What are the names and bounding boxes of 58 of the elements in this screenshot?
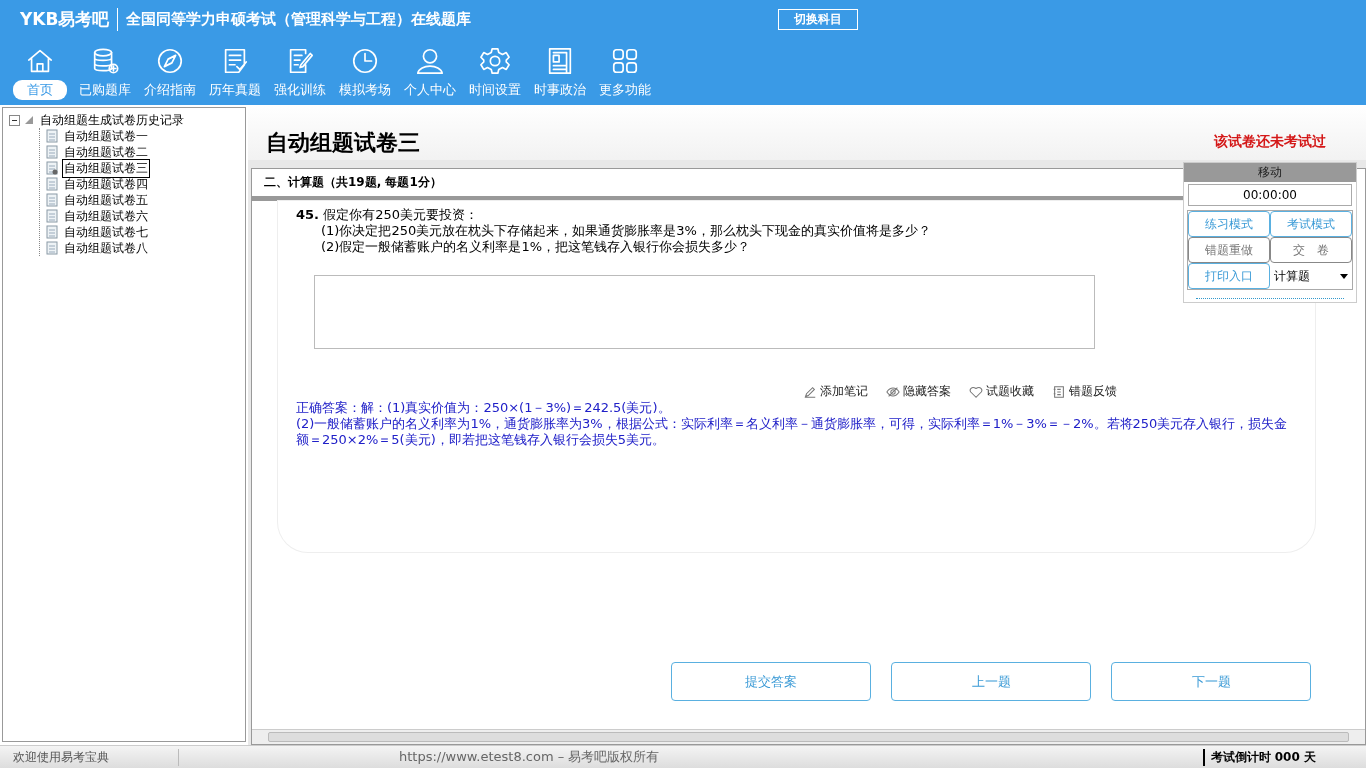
copyright-text: https://www.etest8.com – 易考吧版权所有: [399, 748, 661, 766]
timer-display: 00:00:00: [1188, 184, 1352, 206]
welcome-text: 欢迎使用易考宝典: [0, 748, 179, 766]
nav-button[interactable]: 上一题: [891, 662, 1091, 701]
nav-tab[interactable]: 已购题库: [75, 80, 135, 100]
tree-item[interactable]: 自动组题试卷三: [62, 158, 150, 178]
document-icon: [46, 129, 58, 143]
horizontal-scrollbar[interactable]: [252, 729, 1365, 744]
compass-icon[interactable]: [155, 46, 185, 76]
document-icon: [46, 145, 58, 159]
action-link[interactable]: 错题反馈: [1052, 383, 1117, 400]
nav-tab[interactable]: 更多功能: [595, 80, 655, 100]
nav-tab[interactable]: 强化训练: [270, 80, 330, 100]
nav-tab[interactable]: 首页: [13, 80, 67, 100]
document-icon: [46, 177, 58, 191]
nav-button[interactable]: 提交答案: [671, 662, 871, 701]
user-icon[interactable]: [415, 46, 445, 76]
question-stem: 45. 假定你有250美元要投资：: [296, 207, 479, 223]
eye-icon: [886, 384, 900, 399]
mode-button[interactable]: 练习模式: [1188, 211, 1270, 237]
pencil-icon: [803, 384, 817, 399]
document-icon: [46, 161, 58, 175]
question-part: (2)假定一般储蓄账户的名义利率是1%，把这笔钱存入银行你会损失多少？: [321, 239, 751, 255]
switch-subject-button[interactable]: 切换科目: [778, 8, 859, 30]
nav-tab[interactable]: 模拟考场: [335, 80, 395, 100]
app-logo: YKB易考吧: [20, 7, 119, 31]
action-link[interactable]: 隐藏答案: [886, 383, 951, 400]
nav-tab[interactable]: 时事政治: [530, 80, 590, 100]
nav-tab[interactable]: 个人中心: [400, 80, 460, 100]
nav-tab[interactable]: 时间设置: [465, 80, 525, 100]
document-icon: [46, 209, 58, 223]
document-icon: [46, 193, 58, 207]
paper-status: 该试卷还未考试过: [1214, 132, 1326, 151]
answer-text: 正确答案：解：(1)真实价值为：250×(1－3%)＝242.5(美元)。: [296, 400, 672, 416]
panel-header[interactable]: 移动: [1184, 163, 1356, 182]
answer-field[interactable]: [314, 275, 1095, 349]
heart-icon: [969, 384, 983, 399]
document-icon: [46, 241, 58, 255]
paper-title: 自动组题试卷三: [266, 129, 420, 157]
dropdown-caret-icon: [1340, 273, 1348, 279]
document-icon: [46, 225, 58, 239]
grid-icon[interactable]: [610, 46, 640, 76]
nav-button[interactable]: 下一题: [1111, 662, 1311, 701]
mode-button[interactable]: 打印入口: [1188, 263, 1270, 289]
question-part: (1)你决定把250美元放在枕头下存储起来，如果通货膨胀率是3%，那么枕头下现金的真实价值将是多少？: [321, 223, 931, 239]
type-dropdown[interactable]: 计算题: [1270, 263, 1352, 289]
settings-icon[interactable]: [480, 46, 510, 76]
clock-icon[interactable]: [350, 46, 380, 76]
action-link[interactable]: 添加笔记: [803, 383, 868, 400]
mode-button[interactable]: 考试模式: [1270, 211, 1352, 237]
countdown-text: 考试倒计时 000 天: [1202, 748, 1366, 766]
answer-text: (2)一般储蓄账户的名义利率为1%，通货膨胀率为3%，根据公式：实际利率＝名义利率－通货膨胀率，可得，实际利率＝1%－3%＝－2%。若将250美元存入银行，损失金额＝250×2%＝5(美元)，即若把这笔钱存入银行会损失5美元。: [296, 416, 1289, 448]
action-link[interactable]: 试题收藏: [969, 383, 1034, 400]
nav-tab[interactable]: 历年真题: [205, 80, 265, 100]
app-title: 全国同等学力申硕考试（管理科学与工程）在线题库: [125, 9, 473, 29]
nav-tab[interactable]: 介绍指南: [140, 80, 200, 100]
collapse-toggle[interactable]: [9, 114, 20, 126]
document-icon: [1052, 384, 1066, 399]
